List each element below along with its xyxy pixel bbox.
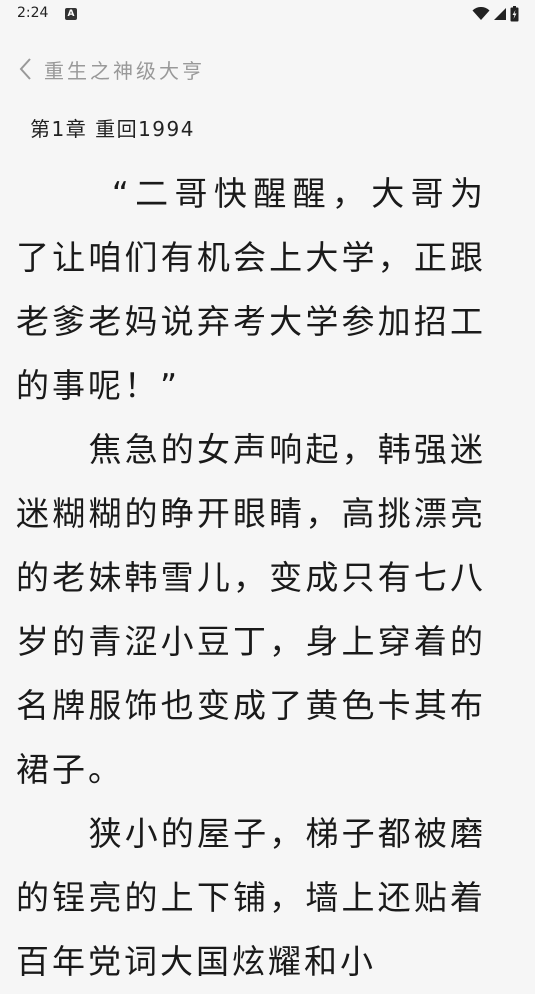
reader-top-bar: 重生之神级大亨 [18,52,205,86]
reading-content[interactable]: “二哥快醒醒，大哥为了让咱们有机会上大学，正跟老爹老妈说弃考大学参加招工的事呢！… [16,162,486,994]
notification-app-icon: A [65,8,77,20]
paragraph: 焦急的女声响起，韩强迷迷糊糊的睁开眼睛，高挑漂亮的老妹韩雪儿，变成只有七八岁的青… [16,430,486,789]
back-chevron-icon[interactable] [18,55,40,83]
cell-signal-icon [494,8,506,20]
paragraph: “二哥快醒醒，大哥为了让咱们有机会上大学，正跟老爹老妈说弃考大学参加招工的事呢！… [16,174,486,405]
status-time: 2:24 [17,5,49,21]
status-bar: 2:24 A [0,0,535,30]
status-indicators [472,6,519,22]
paragraph: 狭小的屋子，梯子都被磨的锃亮的上下铺，墙上还贴着百年党词大国炫耀和小 [16,814,486,981]
chapter-title: 第1章 重回1994 [30,117,195,141]
battery-icon [510,6,519,22]
wifi-icon [472,7,490,20]
book-title[interactable]: 重生之神级大亨 [44,55,205,84]
